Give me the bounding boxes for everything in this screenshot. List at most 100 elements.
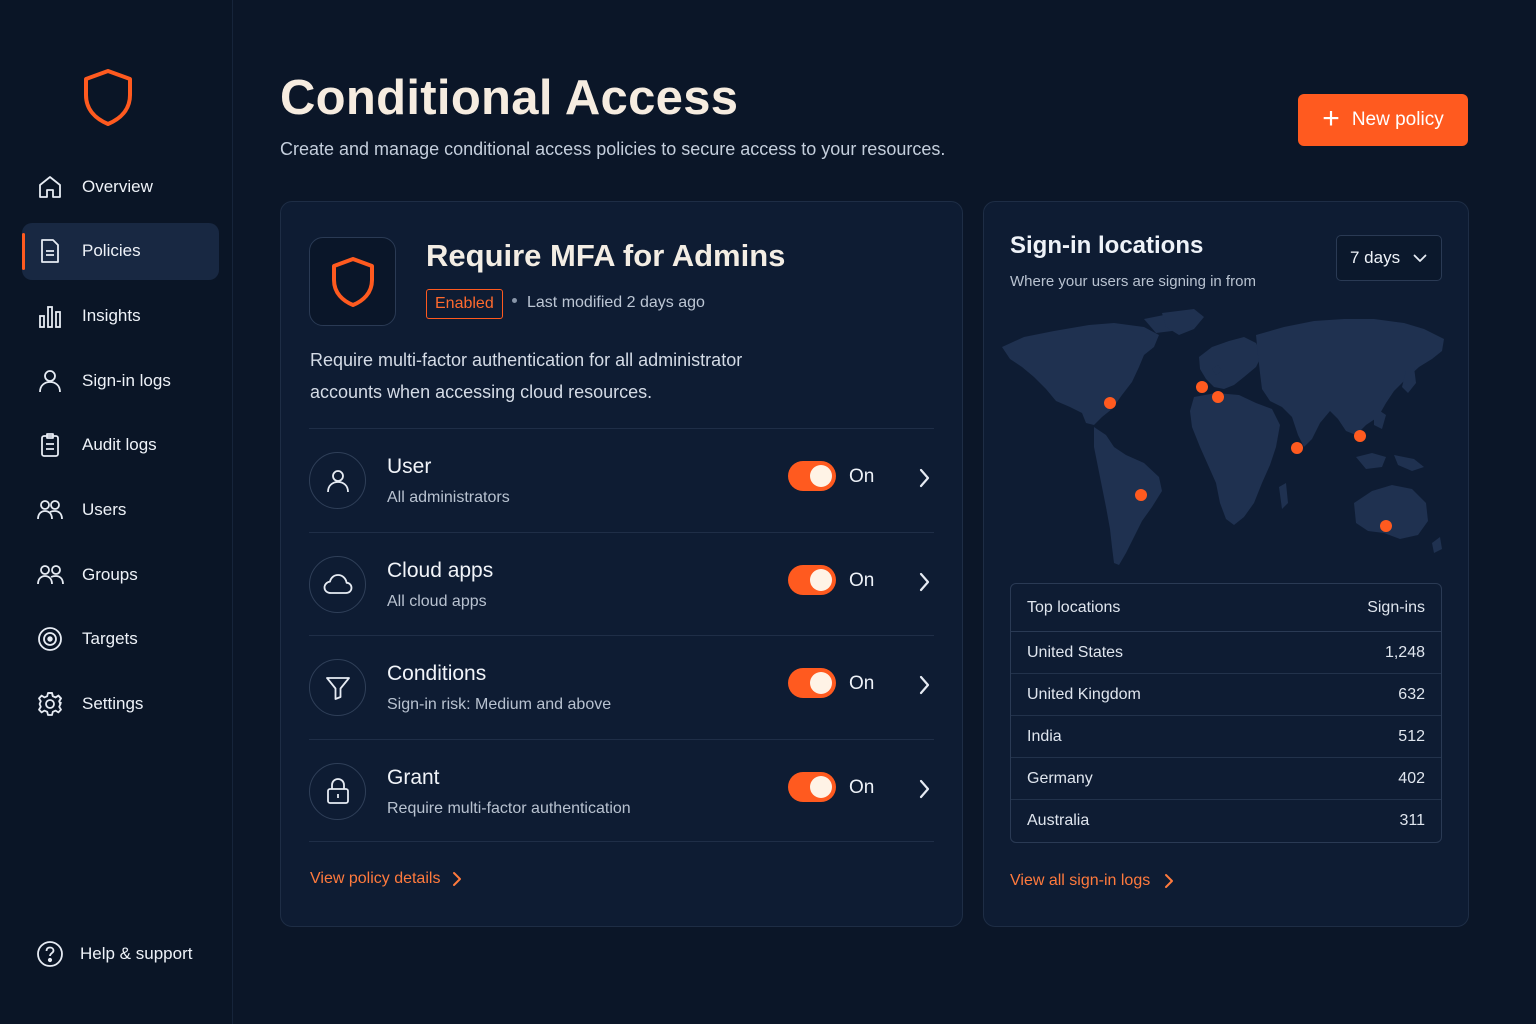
location-name: Germany [1027,769,1093,787]
cloud-apps-toggle[interactable] [788,564,836,595]
location-name: United Kingdom [1027,685,1141,703]
separator-dot [512,298,517,303]
view-policy-details-link[interactable]: View policy details [310,870,462,888]
sidebar-item-policies[interactable]: Policies [22,222,219,280]
marker-brazil [1135,489,1147,501]
sign-in-count: 512 [1398,727,1425,745]
world-map [1002,309,1444,565]
marker-united-kingdom [1196,381,1208,393]
chevron-right-icon[interactable] [915,778,933,800]
page-subtitle: Create and manage conditional access pol… [280,139,946,159]
world-map-landmass [1002,309,1444,565]
sidebar-item-overview[interactable]: Overview [22,158,219,215]
sidebar-item-targets[interactable]: Targets [22,611,219,668]
shield-logo-icon[interactable] [82,68,134,126]
user-icon [309,452,366,509]
location-name: Australia [1027,812,1090,829]
sidebar: Overview Policies Insights Sign-in logs … [0,0,233,1024]
top-locations-table: Top locations Sign-ins United States 1,2… [1010,583,1442,843]
view-policy-details-label: View policy details [310,870,441,887]
location-name: United States [1027,643,1124,661]
sign-in-count: 311 [1399,812,1425,829]
conditions-toggle[interactable] [788,668,836,698]
sidebar-item-label: Settings [82,694,144,713]
users-icon [36,496,64,524]
row-subtitle: Require multi-factor authentication [387,799,631,817]
marker-australia [1380,520,1392,532]
sidebar-item-label: Groups [82,564,138,584]
document-icon [36,237,64,265]
table-row[interactable]: Australia 311 [1011,800,1441,842]
row-title: Cloud apps [387,558,494,582]
new-policy-label: New policy [1351,109,1444,130]
grant-toggle[interactable] [788,771,836,802]
page-title: Conditional Access [280,71,739,125]
chevron-right-icon[interactable] [915,674,933,696]
time-range-select[interactable]: 7 days [1336,235,1442,281]
sidebar-item-label: Insights [82,305,141,325]
sidebar-item-label: Users [82,499,127,519]
sidebar-item-groups[interactable]: Groups [22,546,219,603]
sidebar-item-label: Sign-in logs [82,370,171,390]
sidebar-item-label: Overview [82,176,153,196]
sidebar-item-audit-logs[interactable]: Audit logs [22,417,219,474]
toggle-label: On [849,466,875,487]
column-header-location: Top locations [1027,598,1121,616]
chevron-down-icon [1413,254,1427,262]
cloud-icon [309,555,366,613]
chevron-right-icon[interactable] [915,467,933,489]
chevron-right-icon [453,872,462,886]
sidebar-item-sign-in-logs[interactable]: Sign-in logs [22,352,219,409]
time-range-value: 7 days [1350,248,1401,267]
chevron-right-icon [1165,874,1174,888]
help-support-link[interactable]: Help & support [36,940,192,968]
policy-row-cloud-apps[interactable]: Cloud apps All cloud apps On [309,531,934,636]
user-icon [36,367,64,395]
table-row[interactable]: Germany 402 [1011,758,1441,800]
policy-row-grant[interactable]: Grant Require multi-factor authenticatio… [309,738,934,842]
bar-chart-icon [36,302,64,330]
marker-germany [1212,391,1224,403]
row-title: Grant [387,765,440,789]
sign-in-count: 632 [1398,685,1425,703]
view-all-sign-in-logs-link[interactable]: View all sign-in logs [1010,872,1174,890]
toggle-label: On [849,673,875,694]
table-row[interactable]: United States 1,248 [1011,632,1441,674]
sidebar-item-label: Policies [82,241,141,261]
target-icon [36,625,64,653]
row-subtitle: Sign-in risk: Medium and above [387,696,612,713]
sidebar-item-insights[interactable]: Insights [22,287,219,344]
policy-shield-icon [309,237,396,326]
sidebar-item-users[interactable]: Users [22,481,219,538]
user-toggle[interactable] [788,461,836,491]
policy-card: Require MFA for Admins Enabled Last modi… [280,201,963,927]
sidebar-item-settings[interactable]: Settings [22,676,219,733]
location-name: India [1027,727,1062,745]
policy-row-conditions[interactable]: Conditions Sign-in risk: Medium and abov… [309,635,934,739]
new-policy-button[interactable]: + New policy [1298,94,1468,146]
home-icon [36,173,64,201]
marker-united-states [1104,397,1116,409]
last-modified: Last modified 2 days ago [527,294,705,311]
sign-in-locations-card: Sign-in locations Where your users are s… [983,201,1469,927]
chevron-right-icon[interactable] [915,571,933,593]
policy-settings-list: User All administrators On Cloud apps Al… [309,428,934,842]
row-title: User [387,455,432,478]
plus-icon: + [1322,101,1340,135]
toggle-label: On [849,569,875,591]
help-circle-icon [36,940,64,968]
sidebar-nav: Overview Policies Insights Sign-in logs … [22,158,219,740]
table-row[interactable]: India 512 [1011,716,1441,758]
row-subtitle: All cloud apps [387,592,487,610]
view-all-sign-in-logs-label: View all sign-in logs [1010,872,1151,889]
policy-row-user[interactable]: User All administrators On [309,428,934,532]
filter-icon [309,659,366,716]
groups-icon [36,561,64,589]
row-subtitle: All administrators [387,489,510,506]
table-row[interactable]: United Kingdom 632 [1011,674,1441,716]
policy-title: Require MFA for Admins [426,238,786,273]
marker-east-asia [1354,430,1366,442]
locations-subtitle: Where your users are signing in from [1010,273,1256,290]
gear-icon [36,690,64,718]
lock-icon [309,762,366,820]
